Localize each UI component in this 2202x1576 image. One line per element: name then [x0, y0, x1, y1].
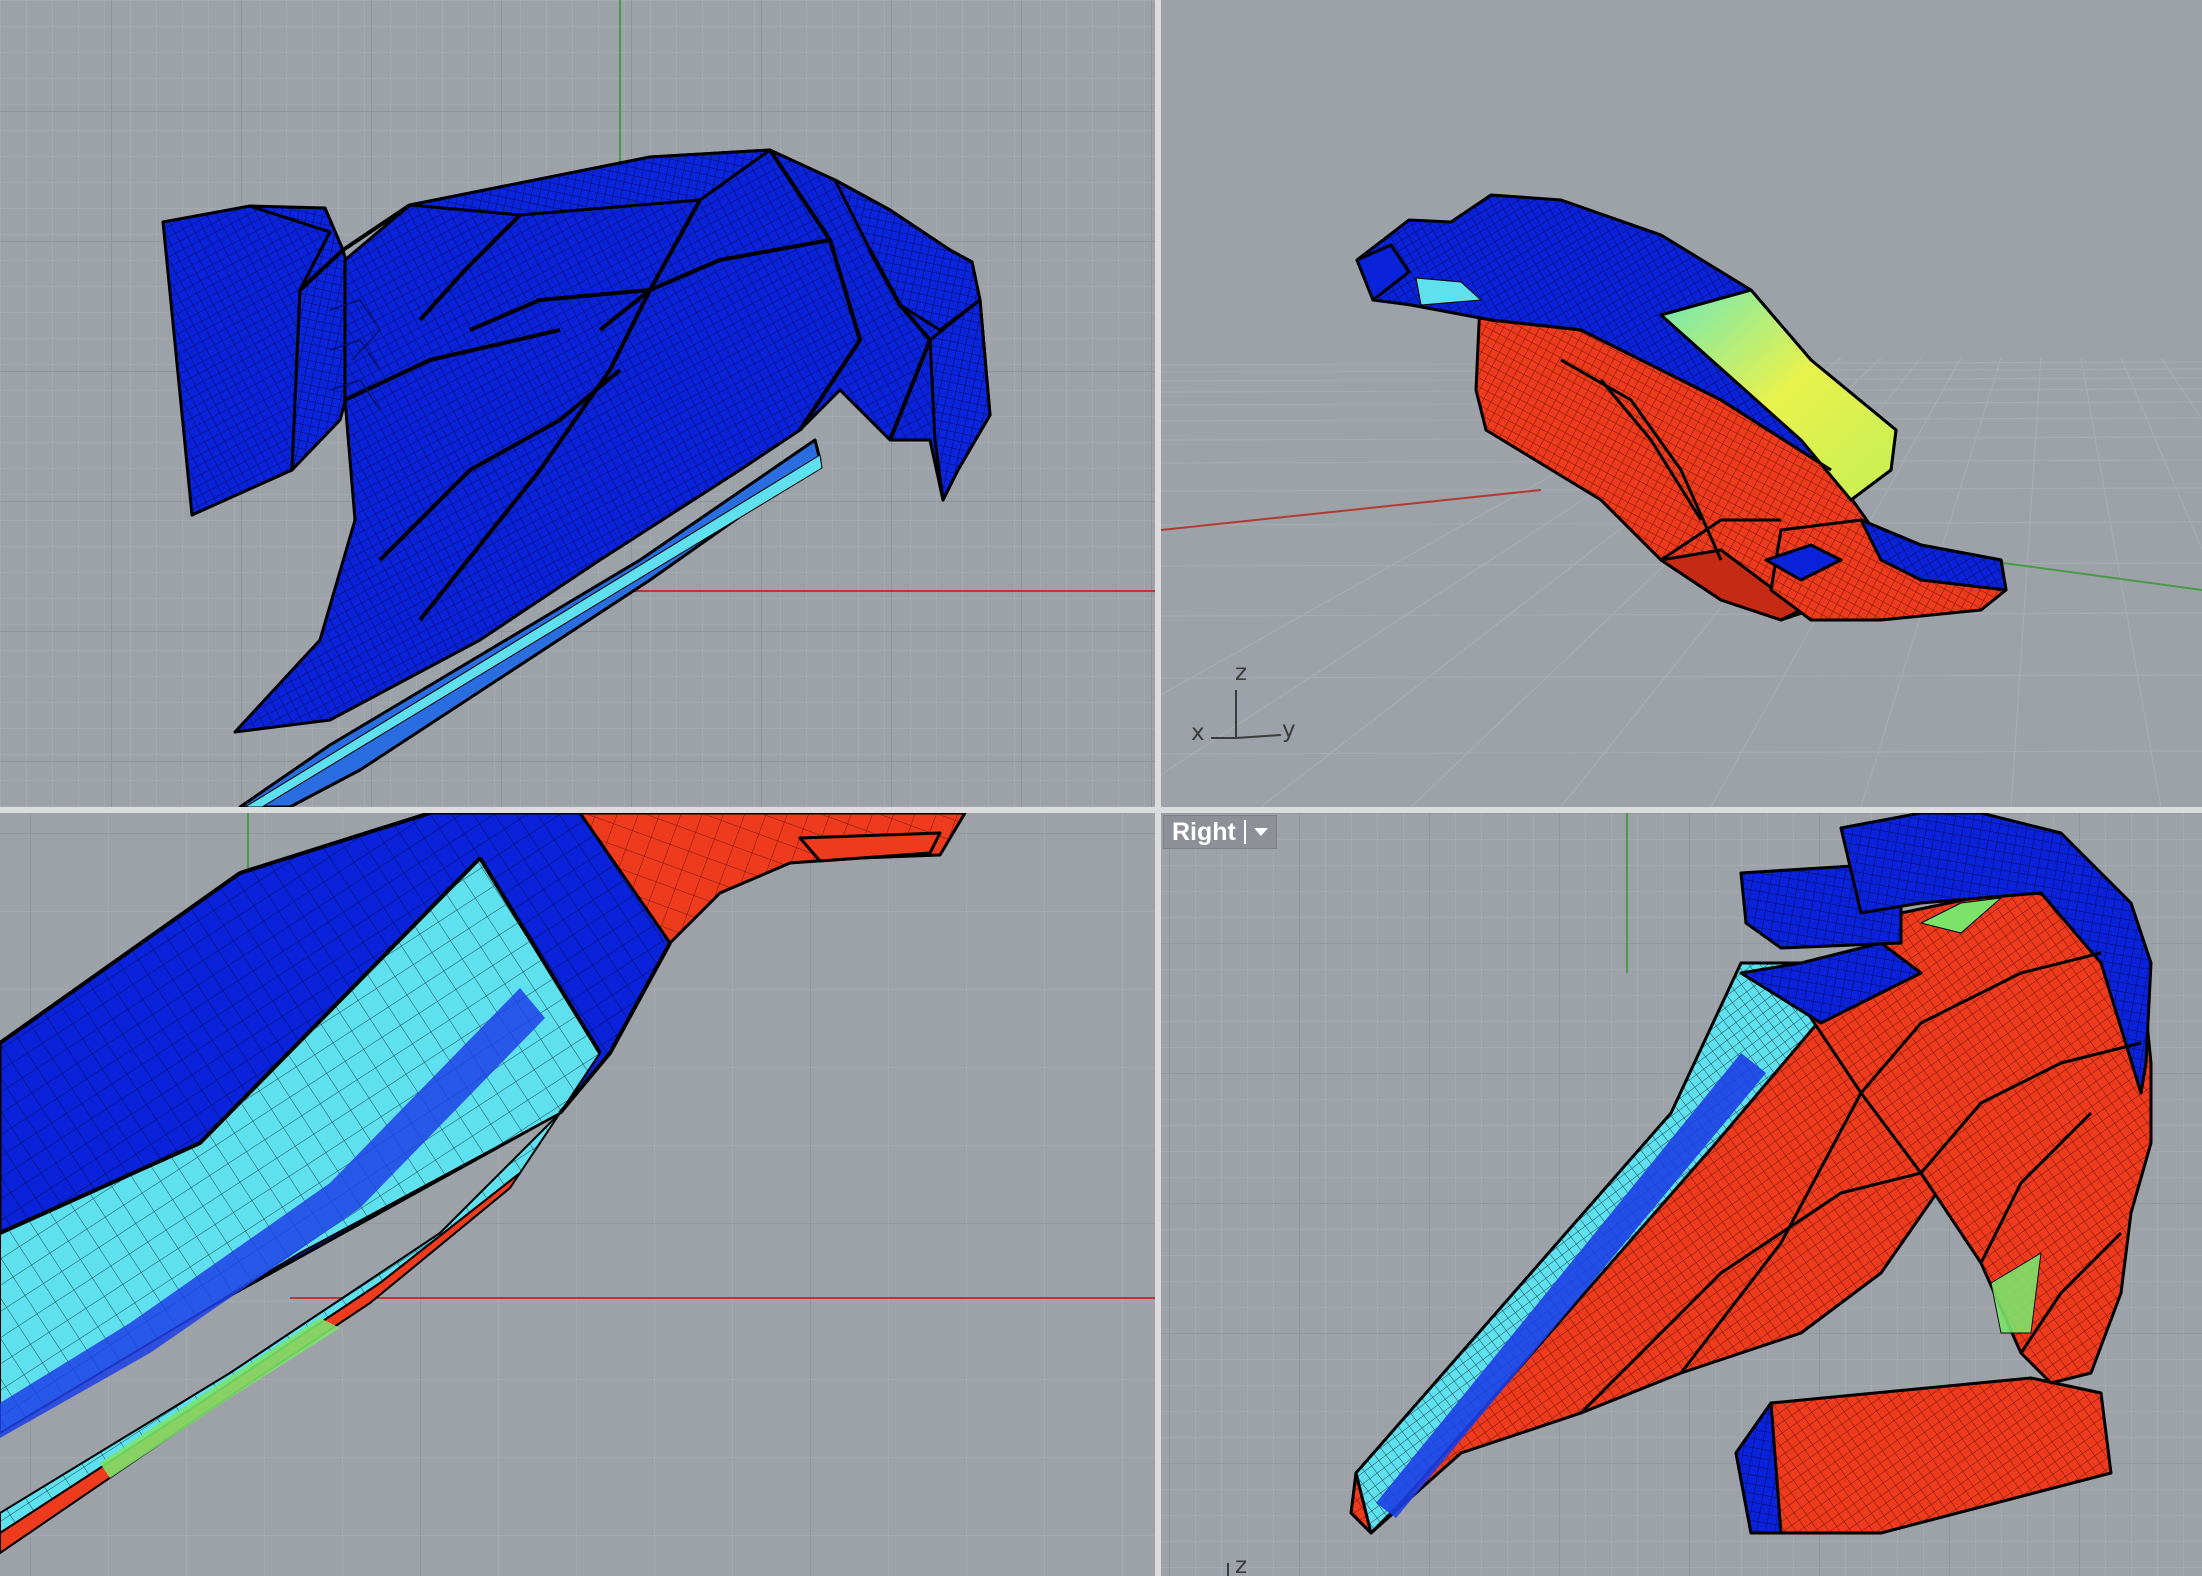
viewport-bottom-left[interactable]: [0, 813, 1155, 1576]
y-axis-line: [1980, 559, 2202, 591]
rhino-four-view-workspace: z x y z Right: [0, 0, 2202, 1576]
axis-gizmo-icon: z x y: [1191, 660, 1296, 746]
viewport-top-right[interactable]: z x y: [1161, 0, 2202, 807]
gizmo-z-label: z: [1235, 1553, 1247, 1576]
gizmo-y-label: y: [1282, 717, 1296, 743]
viewport-title[interactable]: Right: [1164, 816, 1244, 848]
gizmo-x-label: x: [1191, 720, 1205, 746]
gizmo-z-label: z: [1235, 660, 1247, 686]
viewport-top-left[interactable]: [0, 0, 1155, 807]
viewport-scene: z x y: [1161, 193, 2202, 807]
viewport-scene: [0, 0, 1155, 807]
chevron-down-icon: [1253, 828, 1268, 836]
viewport-menu-button[interactable]: [1246, 816, 1276, 848]
viewport-bottom-right[interactable]: z Right: [1161, 813, 2202, 1576]
viewport-title-tab[interactable]: Right: [1163, 815, 1277, 849]
viewport-scene: [0, 813, 1155, 1576]
viewport-scene: z: [1161, 813, 2202, 1576]
mesh-model[interactable]: [1355, 193, 2008, 622]
